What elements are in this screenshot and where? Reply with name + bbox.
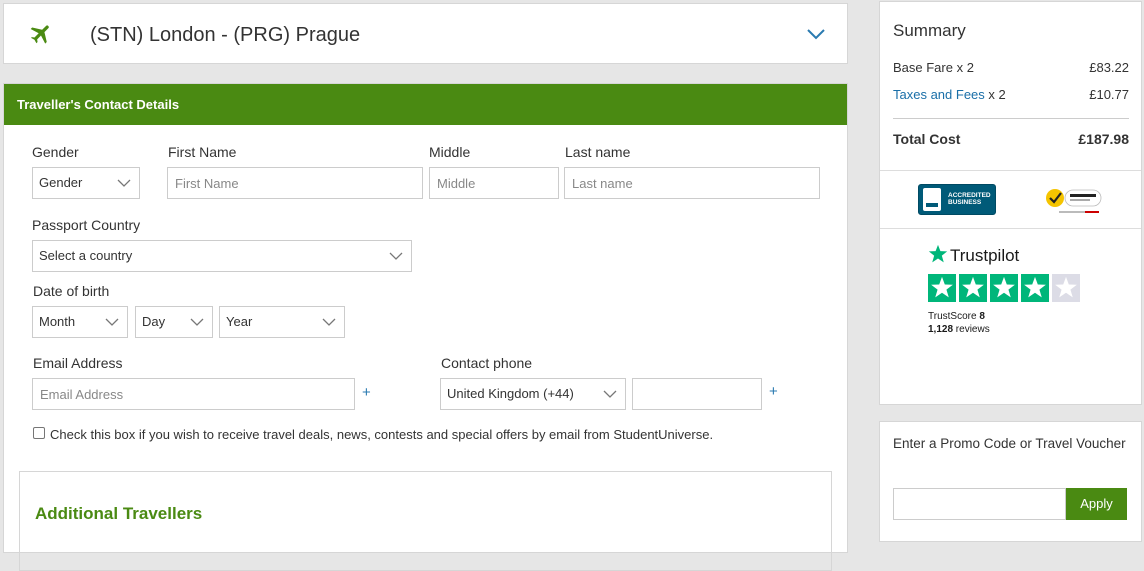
base-fare-value: £83.22 bbox=[1089, 60, 1129, 75]
additional-travellers-panel: Additional Travellers bbox=[19, 471, 832, 571]
chevron-down-icon bbox=[190, 318, 204, 326]
dob-year-select[interactable]: Year bbox=[219, 306, 345, 338]
trustscore-text: TrustScore 8 bbox=[928, 311, 985, 322]
trustpilot-star-4 bbox=[1021, 274, 1049, 302]
summary-section-divider bbox=[880, 170, 1141, 171]
phone-country-select[interactable]: United Kingdom (+44) bbox=[440, 378, 626, 410]
total-cost-value: £187.98 bbox=[1078, 131, 1129, 147]
reviews-count: 1,128 bbox=[928, 324, 954, 335]
promo-title: Enter a Promo Code or Travel Voucher bbox=[893, 436, 1126, 451]
taxes-multiplier: x 2 bbox=[984, 87, 1006, 102]
trustpilot-star-1 bbox=[928, 274, 956, 302]
add-email-button[interactable]: + bbox=[362, 384, 371, 401]
total-row: Total Cost £187.98 bbox=[893, 131, 1129, 147]
first-name-label: First Name bbox=[168, 144, 237, 160]
chevron-down-icon bbox=[117, 179, 131, 187]
summary-panel: Summary Base Fare x 2 £83.22 Taxes and F… bbox=[879, 1, 1142, 405]
optin-checkbox[interactable] bbox=[33, 427, 45, 439]
norton-secured-logo bbox=[1046, 189, 1102, 213]
trustpilot-star-icon bbox=[928, 244, 948, 263]
flight-route-panel: (STN) London - (PRG) Prague bbox=[3, 3, 848, 64]
trustscore-label: TrustScore bbox=[928, 311, 980, 322]
chevron-down-icon[interactable] bbox=[804, 24, 828, 44]
passport-country-label: Passport Country bbox=[32, 217, 141, 233]
base-fare-label: Base Fare x 2 bbox=[893, 60, 974, 75]
middle-name-input[interactable] bbox=[429, 167, 559, 199]
trustscore-value: 8 bbox=[979, 311, 985, 322]
gender-select-value: Gender bbox=[39, 175, 83, 190]
middle-name-label: Middle bbox=[429, 144, 471, 160]
gender-select[interactable]: Gender bbox=[32, 167, 140, 199]
flight-route-title: (STN) London - (PRG) Prague bbox=[90, 24, 361, 46]
chevron-down-icon bbox=[603, 390, 617, 398]
trustpilot-star-2 bbox=[959, 274, 987, 302]
phone-number-input[interactable] bbox=[632, 378, 762, 410]
dob-day-value: Day bbox=[142, 314, 166, 329]
base-fare-row: Base Fare x 2 £83.22 bbox=[893, 60, 1129, 75]
trustpilot-star-5 bbox=[1052, 274, 1080, 302]
phone-country-value: United Kingdom (+44) bbox=[447, 386, 574, 401]
reviews-label: reviews bbox=[953, 324, 990, 335]
dob-month-select[interactable]: Month bbox=[32, 306, 128, 338]
passport-country-value: Select a country bbox=[39, 248, 133, 263]
email-input[interactable] bbox=[32, 378, 355, 410]
taxes-row: Taxes and Fees x 2 £10.77 bbox=[893, 87, 1129, 102]
trustpilot-name: Trustpilot bbox=[950, 246, 1020, 265]
trust-divider bbox=[880, 228, 1141, 229]
summary-title: Summary bbox=[893, 21, 966, 40]
optin-label: Check this box if you wish to receive tr… bbox=[50, 427, 714, 442]
email-label: Email Address bbox=[33, 355, 123, 371]
promo-code-input[interactable] bbox=[893, 488, 1066, 520]
summary-divider bbox=[893, 118, 1129, 119]
plane-icon bbox=[30, 25, 49, 44]
last-name-input[interactable] bbox=[564, 167, 820, 199]
total-cost-label: Total Cost bbox=[893, 131, 961, 147]
last-name-label: Last name bbox=[565, 144, 631, 160]
chevron-down-icon bbox=[105, 318, 119, 326]
dob-month-value: Month bbox=[39, 314, 76, 329]
bbb-accredited-logo: ACCREDITED BUSINESS bbox=[918, 184, 996, 215]
chevron-down-icon bbox=[322, 318, 336, 326]
contact-details-header: Traveller's Contact Details bbox=[4, 84, 847, 125]
add-phone-button[interactable]: + bbox=[769, 383, 778, 400]
bbb-logo-text: ACCREDITED BUSINESS bbox=[948, 192, 991, 206]
dob-year-value: Year bbox=[226, 314, 253, 329]
bbb-seal-icon bbox=[923, 188, 941, 211]
dob-label: Date of birth bbox=[33, 283, 110, 299]
taxes-fees-link[interactable]: Taxes and Fees bbox=[893, 87, 985, 102]
gender-label: Gender bbox=[32, 144, 79, 160]
promo-panel: Enter a Promo Code or Travel Voucher App… bbox=[879, 421, 1142, 542]
taxes-value: £10.77 bbox=[1089, 87, 1129, 102]
contact-details-panel: Traveller's Contact Details Gender Gende… bbox=[3, 83, 848, 571]
trustpilot-star-3 bbox=[990, 274, 1018, 302]
chevron-down-icon bbox=[389, 252, 403, 260]
passport-country-select[interactable]: Select a country bbox=[32, 240, 412, 272]
additional-travellers-title: Additional Travellers bbox=[35, 504, 203, 523]
first-name-input[interactable] bbox=[167, 167, 423, 199]
dob-day-select[interactable]: Day bbox=[135, 306, 213, 338]
trustpilot-reviews: 1,128 reviews bbox=[928, 324, 990, 335]
apply-button[interactable]: Apply bbox=[1066, 488, 1127, 520]
contact-phone-label: Contact phone bbox=[441, 355, 533, 371]
